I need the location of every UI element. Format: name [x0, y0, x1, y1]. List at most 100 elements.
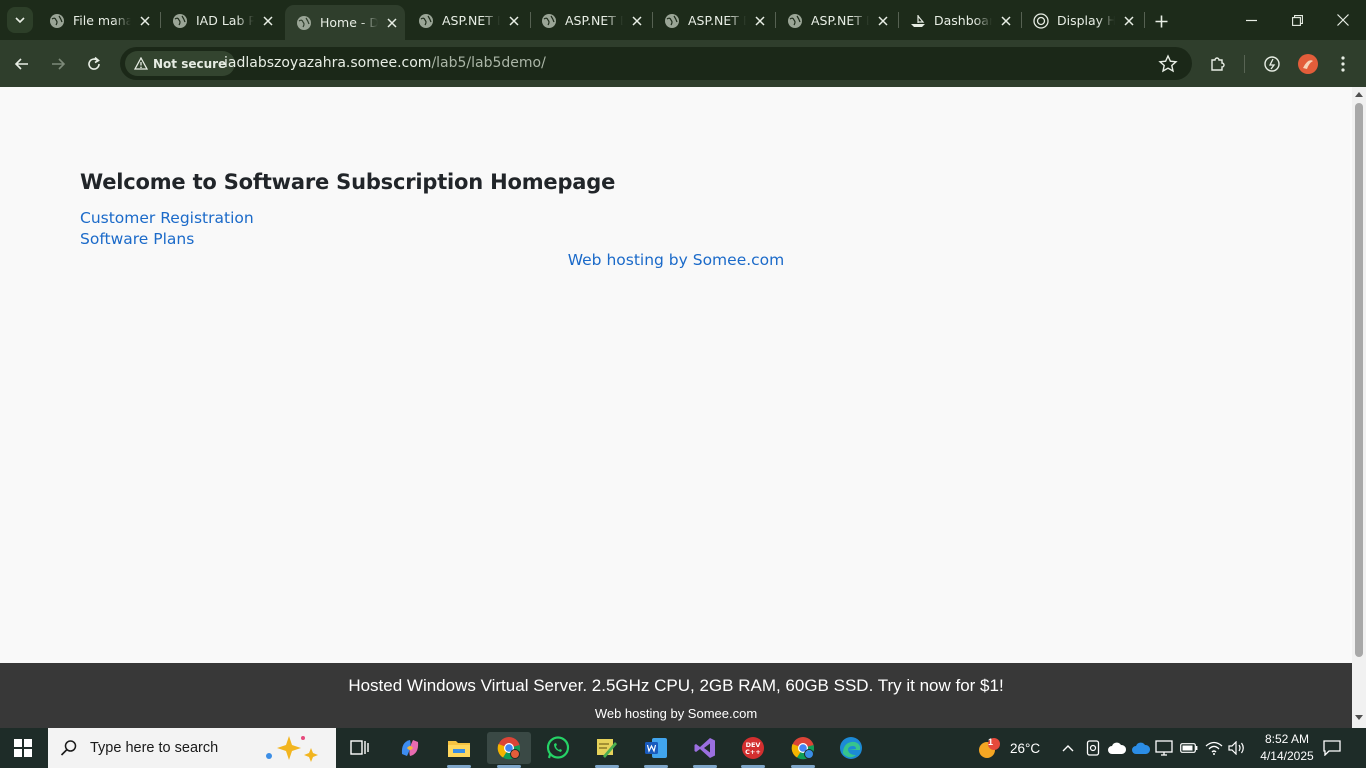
tab-aspnet-3[interactable]: ASP.NET Example [653, 5, 775, 36]
speaker-icon [1228, 741, 1244, 755]
whatsapp-button[interactable] [536, 732, 580, 764]
close-icon[interactable] [137, 13, 153, 29]
speedometer-icon [1264, 56, 1280, 72]
close-icon[interactable] [384, 15, 400, 31]
notifications-button[interactable] [1323, 728, 1341, 768]
restore-icon [1291, 14, 1303, 26]
vertical-scrollbar[interactable] [1352, 87, 1366, 728]
globe-icon [50, 13, 64, 28]
page-title: Welcome to Software Subscription Homepag… [80, 170, 616, 194]
visual-studio-button[interactable] [683, 732, 727, 768]
weather-icon [979, 738, 1000, 758]
close-icon[interactable] [875, 13, 891, 29]
chrome-icon [791, 737, 815, 760]
windows-logo-icon [14, 739, 22, 747]
task-view-icon [350, 740, 369, 755]
customer-registration-link[interactable]: Customer Registration [80, 209, 254, 227]
battery-tray[interactable] [1180, 728, 1198, 768]
tab-home-demo[interactable]: Home - Demo [285, 5, 405, 40]
scroll-thumb[interactable] [1355, 103, 1363, 657]
show-hidden-icons[interactable] [1061, 728, 1075, 768]
performance-button[interactable] [1260, 52, 1284, 76]
openai-icon [1033, 12, 1049, 29]
site-info-chip[interactable]: Not secure [125, 51, 236, 76]
scroll-up-arrow[interactable] [1355, 92, 1363, 97]
page-viewport: Welcome to Software Subscription Homepag… [0, 87, 1352, 663]
taskbar-clock[interactable]: 8:52 AM 4/14/2025 [1256, 731, 1318, 765]
camera-icon [1086, 740, 1100, 756]
close-icon[interactable] [260, 13, 276, 29]
display-tray[interactable] [1155, 728, 1173, 768]
tab-aspnet-2[interactable]: ASP.NET Example [530, 5, 652, 36]
back-button[interactable] [9, 51, 35, 77]
edge-button[interactable] [829, 732, 873, 764]
copilot-button[interactable] [388, 732, 432, 764]
search-icon [60, 740, 77, 756]
restore-button[interactable] [1285, 8, 1309, 32]
weather-badge: 1 [988, 737, 994, 747]
hosting-ad-banner[interactable]: Hosted Windows Virtual Server. 2.5GHz CP… [0, 663, 1352, 728]
globe-icon [542, 13, 556, 28]
word-icon [645, 738, 667, 758]
onedrive-personal-tray[interactable] [1107, 728, 1127, 768]
chrome-profile-button[interactable] [781, 732, 825, 768]
url-path: /lab5/lab5demo/ [431, 55, 546, 71]
tab-iad-lab[interactable]: IAD Lab Portal [161, 5, 283, 36]
close-icon[interactable] [752, 13, 768, 29]
tab-title: Dashboard [934, 13, 992, 28]
profile-button[interactable] [1296, 52, 1320, 76]
ship-icon [911, 14, 925, 27]
tab-file-manager[interactable]: File manager [38, 5, 160, 36]
tab-dashboard[interactable]: Dashboard [899, 5, 1021, 36]
software-plans-link[interactable]: Software Plans [80, 230, 194, 248]
bookmark-star-icon[interactable] [1158, 54, 1178, 74]
menu-button[interactable] [1331, 52, 1355, 76]
clock-time: 8:52 AM [1264, 732, 1310, 746]
url-text[interactable]: iadlabszoyazahra.somee.com/lab5/lab5demo… [224, 55, 546, 71]
extensions-button[interactable] [1206, 52, 1230, 76]
tab-title: ASP.NET Example [565, 13, 623, 28]
close-icon[interactable] [1121, 13, 1137, 29]
weather-widget[interactable]: 1 26°C [974, 728, 1040, 768]
address-bar[interactable]: Not secure iadlabszoyazahra.somee.com/la… [120, 47, 1192, 80]
close-icon[interactable] [506, 13, 522, 29]
new-tab-button[interactable] [1150, 10, 1172, 32]
reload-button[interactable] [81, 51, 107, 77]
tab-strip: File manager IAD Lab Portal Home - Demo … [0, 0, 1366, 40]
close-icon[interactable] [998, 13, 1014, 29]
dev-cpp-button[interactable]: DEV C++ [731, 732, 775, 768]
paint-tool-button[interactable] [585, 732, 629, 768]
temperature: 26°C [1010, 740, 1041, 756]
taskbar-search[interactable]: Type here to search [48, 728, 336, 768]
volume-tray[interactable] [1228, 728, 1246, 768]
word-button[interactable] [634, 732, 678, 768]
tab-aspnet-1[interactable]: ASP.NET Example [407, 5, 529, 36]
svg-text:C++: C++ [745, 748, 761, 756]
tab-search-button[interactable] [7, 7, 33, 33]
reload-icon [88, 56, 100, 70]
tab-aspnet-4[interactable]: ASP.NET Example [776, 5, 898, 36]
globe-icon [419, 13, 433, 28]
file-explorer-button[interactable] [437, 732, 481, 768]
meet-now-tray[interactable] [1086, 728, 1100, 768]
close-icon [1337, 14, 1349, 26]
chrome-button[interactable] [487, 732, 531, 768]
tab-display-html[interactable]: Display HTML [1022, 5, 1144, 36]
network-tray[interactable] [1205, 728, 1223, 768]
onedrive-tray[interactable] [1131, 728, 1151, 768]
ad-subtext[interactable]: Web hosting by Somee.com [0, 706, 1352, 721]
start-button[interactable] [14, 739, 32, 757]
arrow-left-icon [14, 58, 28, 70]
task-view-button[interactable] [338, 732, 382, 764]
wifi-icon [1205, 741, 1223, 755]
minimize-button[interactable] [1239, 8, 1263, 32]
forward-button[interactable] [45, 51, 71, 77]
close-icon[interactable] [629, 13, 645, 29]
close-window-button[interactable] [1331, 8, 1355, 32]
scroll-down-arrow[interactable] [1355, 715, 1363, 720]
clock-date: 4/14/2025 [1260, 749, 1314, 763]
tab-title: IAD Lab Portal [196, 13, 254, 28]
globe-icon [173, 13, 187, 28]
web-hosting-link[interactable]: Web hosting by Somee.com [0, 251, 1352, 269]
ad-headline[interactable]: Hosted Windows Virtual Server. 2.5GHz CP… [0, 676, 1352, 696]
